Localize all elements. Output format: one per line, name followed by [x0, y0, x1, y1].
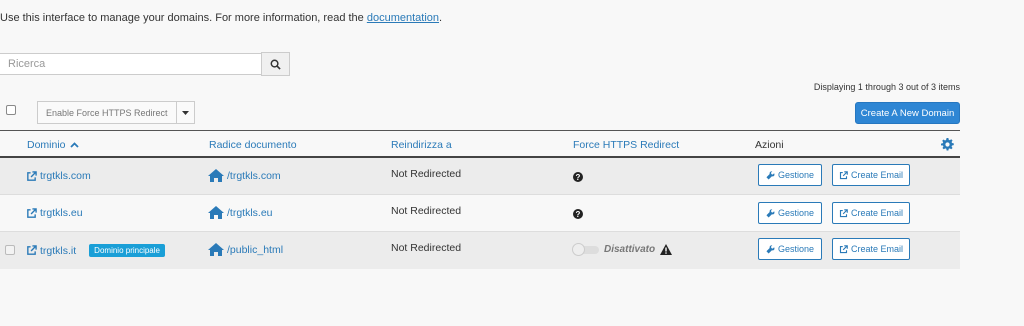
force-https-toggle[interactable] — [572, 242, 599, 256]
external-link-icon — [27, 245, 37, 255]
create-domain-button[interactable]: Create A New Domain — [855, 102, 960, 124]
column-redirect[interactable]: Reindirizza a — [391, 139, 452, 151]
docroot-link[interactable]: /public_html — [208, 243, 283, 256]
docroot-path: /trgtkls.eu — [227, 206, 273, 219]
toggle-knob — [572, 242, 585, 256]
https-help: ? — [573, 209, 583, 219]
domain-link[interactable]: trgtkls.eu — [26, 207, 83, 219]
external-link-icon — [839, 244, 848, 253]
wrench-icon — [766, 244, 775, 254]
caret-down-icon — [181, 110, 189, 115]
search-bar — [0, 52, 290, 76]
bulk-action-toggle[interactable] — [176, 101, 195, 124]
manage-button[interactable]: Gestione — [758, 164, 822, 186]
column-domain-label: Dominio — [27, 139, 66, 151]
domains-page: Use this interface to manage your domain… — [0, 0, 1024, 326]
intro-tail: . — [439, 12, 443, 24]
manage-label: Gestione — [777, 244, 815, 254]
intro-text: Use this interface to manage your domain… — [0, 12, 442, 24]
external-link-icon — [27, 207, 37, 218]
redirect-status: Not Redirected — [391, 242, 462, 254]
https-status: Disattivato — [604, 244, 656, 255]
docroot-link[interactable]: /trgtkls.eu — [208, 206, 273, 219]
create-email-label: Create Email — [850, 208, 904, 218]
intro-body: Use this interface to manage your domain… — [0, 12, 367, 24]
search-input[interactable] — [0, 53, 261, 75]
redirect-status: Not Redirected — [391, 205, 462, 217]
create-email-label: Create Email — [850, 170, 904, 180]
search-button[interactable] — [261, 52, 290, 76]
help-icon[interactable]: ? — [573, 172, 583, 182]
table-row: trgtkls.it Dominio principale /public_ht… — [0, 232, 960, 269]
warning-icon — [660, 244, 673, 255]
manage-button[interactable]: Gestione — [758, 238, 822, 260]
domain-link[interactable]: trgtkls.it Dominio principale — [26, 244, 165, 257]
home-icon — [208, 169, 224, 182]
select-all-checkbox[interactable] — [6, 105, 16, 115]
table-row: trgtkls.com /trgtkls.com Not Redirected … — [0, 158, 960, 195]
docroot-path: /trgtkls.com — [227, 169, 281, 182]
create-email-button[interactable]: Create Email — [832, 238, 910, 260]
primary-domain-badge: Dominio principale — [89, 244, 165, 257]
create-email-button[interactable]: Create Email — [832, 164, 910, 186]
column-actions: Azioni — [755, 139, 784, 151]
sort-ascending-icon — [69, 142, 79, 148]
domain-name: trgtkls.eu — [40, 207, 83, 219]
manage-label: Gestione — [777, 208, 815, 218]
documentation-link[interactable]: documentation — [367, 12, 439, 24]
https-help: ? — [573, 172, 583, 182]
table-row: trgtkls.eu /trgtkls.eu Not Redirected ? … — [0, 195, 960, 232]
force-https-control: Disattivato — [572, 242, 673, 256]
row-checkbox[interactable] — [5, 245, 15, 255]
domain-name: trgtkls.it — [40, 244, 77, 257]
column-domain[interactable]: Dominio — [27, 139, 79, 151]
gear-icon[interactable] — [941, 138, 954, 151]
column-docroot[interactable]: Radice documento — [209, 139, 297, 151]
wrench-icon — [766, 170, 775, 180]
pagination-summary: Displaying 1 through 3 out of 3 items — [813, 82, 960, 92]
external-link-icon — [839, 170, 848, 179]
domains-table: Dominio Radice documento Reindirizza a F… — [0, 130, 960, 269]
redirect-status: Not Redirected — [391, 168, 462, 180]
wrench-icon — [766, 208, 775, 218]
domain-link[interactable]: trgtkls.com — [26, 170, 91, 182]
external-link-icon — [839, 208, 848, 217]
manage-label: Gestione — [777, 170, 815, 180]
domain-name: trgtkls.com — [40, 170, 91, 182]
create-email-button[interactable]: Create Email — [832, 202, 910, 224]
help-icon[interactable]: ? — [573, 209, 583, 219]
table-header: Dominio Radice documento Reindirizza a F… — [0, 130, 960, 158]
docroot-link[interactable]: /trgtkls.com — [208, 169, 281, 182]
create-email-label: Create Email — [850, 244, 904, 254]
home-icon — [208, 243, 224, 256]
external-link-icon — [27, 170, 37, 181]
manage-button[interactable]: Gestione — [758, 202, 822, 224]
search-icon — [270, 59, 281, 70]
home-icon — [208, 206, 224, 219]
bulk-action-dropdown: Enable Force HTTPS Redirect — [37, 101, 195, 124]
column-force-https[interactable]: Force HTTPS Redirect — [573, 139, 679, 151]
enable-force-https-button[interactable]: Enable Force HTTPS Redirect — [37, 101, 177, 124]
docroot-path: /public_html — [227, 243, 284, 256]
